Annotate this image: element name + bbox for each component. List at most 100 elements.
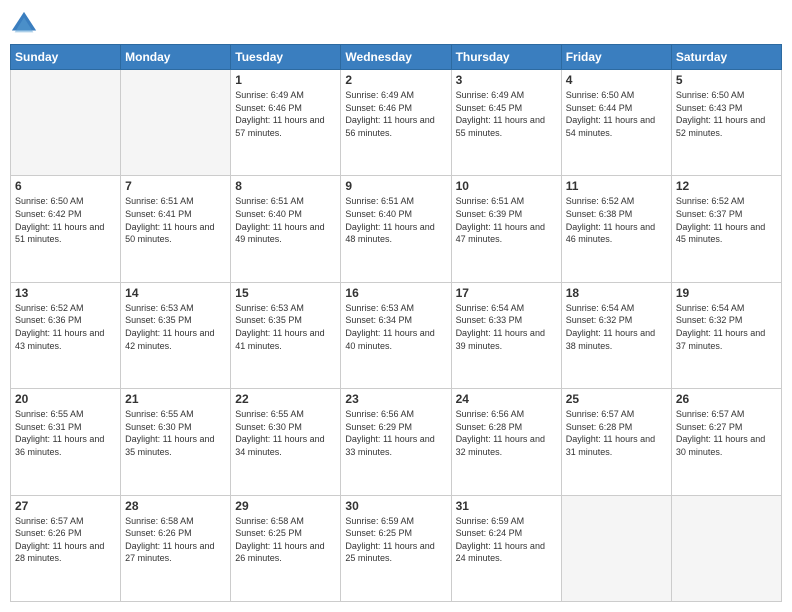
calendar-cell: 17 Sunrise: 6:54 AM Sunset: 6:33 PM Dayli… (451, 282, 561, 388)
col-header-wednesday: Wednesday (341, 45, 451, 70)
calendar-cell: 20Sunrise: 6:55 AM Sunset: 6:31 PM Dayli… (11, 389, 121, 495)
cell-info: Sunrise: 6:53 AM Sunset: 6:35 PM Dayligh… (235, 302, 336, 352)
day-number: 27 (15, 499, 116, 513)
cell-info: Sunrise: 6:54 AM Sunset: 6:32 PM Dayligh… (676, 302, 777, 352)
cell-info: Sunrise: 6:51 AM Sunset: 6:40 PM Dayligh… (235, 195, 336, 245)
day-number: 25 (566, 392, 667, 406)
week-row-4: 20Sunrise: 6:55 AM Sunset: 6:31 PM Dayli… (11, 389, 782, 495)
calendar-cell: 13Sunrise: 6:52 AM Sunset: 6:36 PM Dayli… (11, 282, 121, 388)
day-number: 14 (125, 286, 226, 300)
day-number: 11 (566, 179, 667, 193)
day-number: 8 (235, 179, 336, 193)
calendar-cell: 30 Sunrise: 6:59 AM Sunset: 6:25 PM Dayli… (341, 495, 451, 601)
calendar-cell: 14 Sunrise: 6:53 AM Sunset: 6:35 PM Dayli… (121, 282, 231, 388)
calendar-cell (121, 70, 231, 176)
calendar-cell (11, 70, 121, 176)
day-number: 30 (345, 499, 446, 513)
col-header-monday: Monday (121, 45, 231, 70)
day-number: 2 (345, 73, 446, 87)
col-header-saturday: Saturday (671, 45, 781, 70)
calendar-cell: 1Sunrise: 6:49 AM Sunset: 6:46 PM Daylig… (231, 70, 341, 176)
cell-info: Sunrise: 6:53 AM Sunset: 6:35 PM Dayligh… (125, 302, 226, 352)
cell-info: Sunrise: 6:52 AM Sunset: 6:38 PM Dayligh… (566, 195, 667, 245)
cell-info: Sunrise: 6:57 AM Sunset: 6:28 PM Dayligh… (566, 408, 667, 458)
calendar-cell: 24 Sunrise: 6:56 AM Sunset: 6:28 PM Dayli… (451, 389, 561, 495)
calendar-cell: 3 Sunrise: 6:49 AM Sunset: 6:45 PM Daylig… (451, 70, 561, 176)
cell-info: Sunrise: 6:51 AM Sunset: 6:40 PM Dayligh… (345, 195, 446, 245)
page: SundayMondayTuesdayWednesdayThursdayFrid… (0, 0, 792, 612)
day-number: 23 (345, 392, 446, 406)
day-number: 24 (456, 392, 557, 406)
cell-info: Sunrise: 6:52 AM Sunset: 6:37 PM Dayligh… (676, 195, 777, 245)
cell-info: Sunrise: 6:52 AM Sunset: 6:36 PM Dayligh… (15, 302, 116, 352)
calendar-cell: 21 Sunrise: 6:55 AM Sunset: 6:30 PM Dayli… (121, 389, 231, 495)
cell-info: Sunrise: 6:58 AM Sunset: 6:25 PM Dayligh… (235, 515, 336, 565)
calendar-cell: 28 Sunrise: 6:58 AM Sunset: 6:26 PM Dayli… (121, 495, 231, 601)
calendar-cell: 8 Sunrise: 6:51 AM Sunset: 6:40 PM Daylig… (231, 176, 341, 282)
cell-info: Sunrise: 6:54 AM Sunset: 6:32 PM Dayligh… (566, 302, 667, 352)
logo-icon (10, 10, 38, 38)
cell-info: Sunrise: 6:59 AM Sunset: 6:24 PM Dayligh… (456, 515, 557, 565)
cell-info: Sunrise: 6:58 AM Sunset: 6:26 PM Dayligh… (125, 515, 226, 565)
day-number: 10 (456, 179, 557, 193)
cell-info: Sunrise: 6:59 AM Sunset: 6:25 PM Dayligh… (345, 515, 446, 565)
day-number: 17 (456, 286, 557, 300)
week-row-3: 13Sunrise: 6:52 AM Sunset: 6:36 PM Dayli… (11, 282, 782, 388)
cell-info: Sunrise: 6:51 AM Sunset: 6:39 PM Dayligh… (456, 195, 557, 245)
day-number: 18 (566, 286, 667, 300)
cell-info: Sunrise: 6:49 AM Sunset: 6:46 PM Dayligh… (345, 89, 446, 139)
calendar-cell: 12 Sunrise: 6:52 AM Sunset: 6:37 PM Dayli… (671, 176, 781, 282)
cell-info: Sunrise: 6:53 AM Sunset: 6:34 PM Dayligh… (345, 302, 446, 352)
calendar-header-row: SundayMondayTuesdayWednesdayThursdayFrid… (11, 45, 782, 70)
day-number: 6 (15, 179, 116, 193)
day-number: 12 (676, 179, 777, 193)
day-number: 3 (456, 73, 557, 87)
cell-info: Sunrise: 6:54 AM Sunset: 6:33 PM Dayligh… (456, 302, 557, 352)
cell-info: Sunrise: 6:50 AM Sunset: 6:44 PM Dayligh… (566, 89, 667, 139)
day-number: 21 (125, 392, 226, 406)
col-header-sunday: Sunday (11, 45, 121, 70)
day-number: 31 (456, 499, 557, 513)
day-number: 7 (125, 179, 226, 193)
day-number: 1 (235, 73, 336, 87)
cell-info: Sunrise: 6:55 AM Sunset: 6:30 PM Dayligh… (235, 408, 336, 458)
day-number: 15 (235, 286, 336, 300)
calendar-cell: 5Sunrise: 6:50 AM Sunset: 6:43 PM Daylig… (671, 70, 781, 176)
calendar-cell: 16 Sunrise: 6:53 AM Sunset: 6:34 PM Dayli… (341, 282, 451, 388)
day-number: 4 (566, 73, 667, 87)
day-number: 9 (345, 179, 446, 193)
calendar-cell: 15 Sunrise: 6:53 AM Sunset: 6:35 PM Dayli… (231, 282, 341, 388)
calendar-cell: 2 Sunrise: 6:49 AM Sunset: 6:46 PM Daylig… (341, 70, 451, 176)
cell-info: Sunrise: 6:51 AM Sunset: 6:41 PM Dayligh… (125, 195, 226, 245)
header (10, 10, 782, 38)
cell-info: Sunrise: 6:49 AM Sunset: 6:45 PM Dayligh… (456, 89, 557, 139)
day-number: 26 (676, 392, 777, 406)
calendar-cell: 4 Sunrise: 6:50 AM Sunset: 6:44 PM Daylig… (561, 70, 671, 176)
calendar-cell: 22 Sunrise: 6:55 AM Sunset: 6:30 PM Dayli… (231, 389, 341, 495)
calendar-cell (561, 495, 671, 601)
calendar-cell: 26 Sunrise: 6:57 AM Sunset: 6:27 PM Dayli… (671, 389, 781, 495)
cell-info: Sunrise: 6:50 AM Sunset: 6:43 PM Dayligh… (676, 89, 777, 139)
calendar-cell: 11 Sunrise: 6:52 AM Sunset: 6:38 PM Dayli… (561, 176, 671, 282)
col-header-tuesday: Tuesday (231, 45, 341, 70)
calendar-cell: 27 Sunrise: 6:57 AM Sunset: 6:26 PM Dayli… (11, 495, 121, 601)
cell-info: Sunrise: 6:56 AM Sunset: 6:28 PM Dayligh… (456, 408, 557, 458)
cell-info: Sunrise: 6:57 AM Sunset: 6:27 PM Dayligh… (676, 408, 777, 458)
calendar-cell: 25 Sunrise: 6:57 AM Sunset: 6:28 PM Dayli… (561, 389, 671, 495)
day-number: 20 (15, 392, 116, 406)
col-header-thursday: Thursday (451, 45, 561, 70)
day-number: 22 (235, 392, 336, 406)
day-number: 16 (345, 286, 446, 300)
col-header-friday: Friday (561, 45, 671, 70)
calendar-cell: 23Sunrise: 6:56 AM Sunset: 6:29 PM Dayli… (341, 389, 451, 495)
calendar-cell: 29Sunrise: 6:58 AM Sunset: 6:25 PM Dayli… (231, 495, 341, 601)
calendar-cell: 31 Sunrise: 6:59 AM Sunset: 6:24 PM Dayli… (451, 495, 561, 601)
week-row-1: 1 Sunrise: 6:49 AM Sunset: 6:46 PM Daylig… (11, 70, 782, 176)
calendar-cell: 6Sunrise: 6:50 AM Sunset: 6:42 PM Daylig… (11, 176, 121, 282)
day-number: 28 (125, 499, 226, 513)
calendar-cell: 7 Sunrise: 6:51 AM Sunset: 6:41 PM Daylig… (121, 176, 231, 282)
cell-info: Sunrise: 6:57 AM Sunset: 6:26 PM Dayligh… (15, 515, 116, 565)
logo (10, 10, 42, 38)
cell-info: Sunrise: 6:55 AM Sunset: 6:30 PM Dayligh… (125, 408, 226, 458)
calendar-table: SundayMondayTuesdayWednesdayThursdayFrid… (10, 44, 782, 602)
